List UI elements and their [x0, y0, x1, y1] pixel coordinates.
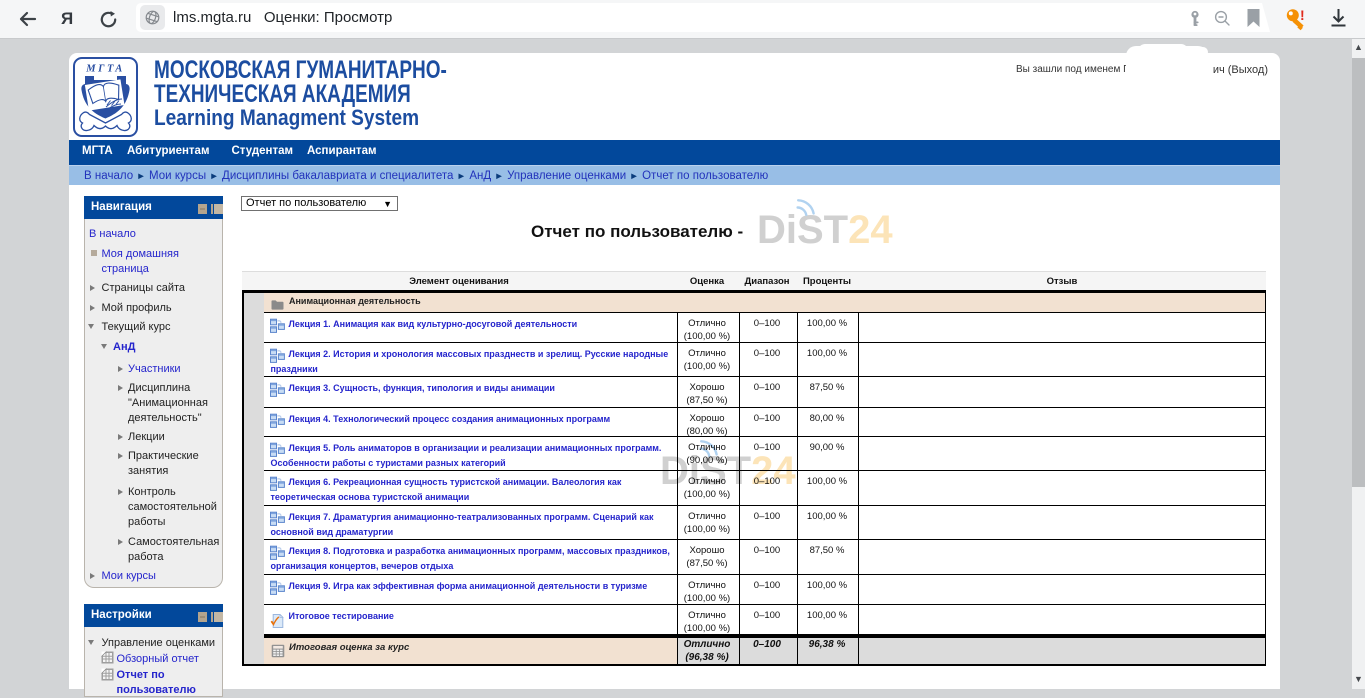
svg-text:МГТА: МГТА: [85, 64, 124, 75]
